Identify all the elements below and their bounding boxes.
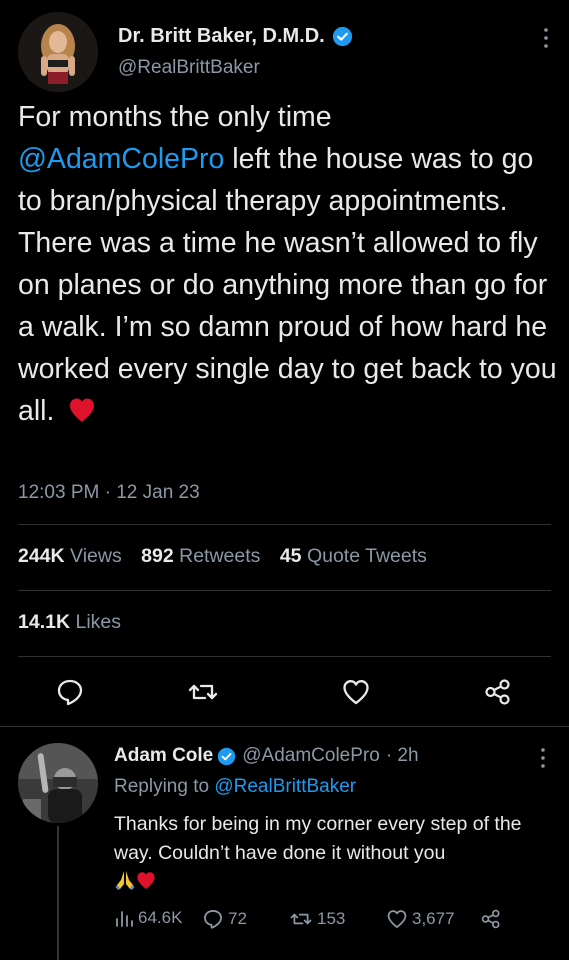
replying-to-label: Replying to xyxy=(114,776,210,797)
reply-time[interactable]: · 2h xyxy=(386,745,419,767)
quotes-label: Quote Tweets xyxy=(306,545,427,567)
retweets-label: Retweets xyxy=(179,545,261,567)
divider xyxy=(18,524,551,525)
reply-author-handle[interactable]: @AdamColePro xyxy=(242,745,380,767)
reply-text: Thanks for being in my corner every step… xyxy=(114,810,554,897)
views-label: Views xyxy=(70,545,122,567)
divider xyxy=(0,726,569,727)
divider xyxy=(18,590,551,591)
retweet-icon[interactable] xyxy=(188,677,218,707)
share-icon[interactable] xyxy=(483,677,513,707)
reply-more-options-icon[interactable] xyxy=(539,746,547,770)
views-icon xyxy=(116,911,133,927)
reply-text-body: Thanks for being in my corner every step… xyxy=(114,813,522,864)
reply-retweets[interactable]: 153 xyxy=(289,908,345,930)
reply-retweets-count: 153 xyxy=(317,909,346,928)
tweet-stats: 244K Views 892 Retweets 45 Quote Tweets xyxy=(18,545,441,568)
retweets-count: 892 xyxy=(141,545,174,567)
retweets-stat[interactable]: 892 Retweets xyxy=(141,545,260,567)
more-options-icon[interactable] xyxy=(542,26,550,50)
likes-stat[interactable]: 14.1K Likes xyxy=(18,611,121,634)
avatar[interactable] xyxy=(18,12,98,92)
reply-replies-count: 72 xyxy=(228,909,247,928)
divider xyxy=(18,656,551,657)
author-handle[interactable]: @RealBrittBaker xyxy=(118,57,260,79)
likes-label: Likes xyxy=(75,611,121,633)
reply-views-count: 64.6K xyxy=(138,908,183,927)
folded-hands-emoji-icon xyxy=(115,871,135,890)
quote-tweets-stat[interactable]: 45 Quote Tweets xyxy=(280,545,427,567)
verified-badge-icon xyxy=(218,747,236,765)
tweet-author: Dr. Britt Baker, D.M.D. @RealBrittBaker xyxy=(18,12,558,92)
retweet-icon xyxy=(290,913,312,925)
reply-share[interactable] xyxy=(480,908,506,930)
thread-line xyxy=(57,826,59,960)
replying-to: Replying to @RealBrittBaker xyxy=(114,776,356,798)
share-icon xyxy=(481,909,500,929)
reply-likes[interactable]: 3,677 xyxy=(386,908,455,930)
reply-icon[interactable] xyxy=(55,677,85,707)
reply-header: Adam Cole @AdamColePro · 2h xyxy=(114,745,419,767)
reply-avatar[interactable] xyxy=(18,743,98,823)
reply-icon xyxy=(204,910,222,929)
tweet-timestamp[interactable]: 12:03 PM · 12 Jan 23 xyxy=(18,482,200,504)
views-count: 244K xyxy=(18,545,65,567)
like-icon xyxy=(387,910,407,928)
reply-likes-count: 3,677 xyxy=(412,909,455,928)
views-stat[interactable]: 244K Views xyxy=(18,545,122,567)
tweet-text-body: left the house was to go to bran/physica… xyxy=(18,143,557,427)
verified-badge-icon xyxy=(332,26,352,47)
reply-actions: 64.6K 72 153 3,677 xyxy=(114,908,534,936)
likes-count: 14.1K xyxy=(18,611,71,633)
quotes-count: 45 xyxy=(279,545,302,567)
author-name-line[interactable]: Dr. Britt Baker, D.M.D. xyxy=(118,25,353,48)
tweet-text: For months the only time @AdamColePro le… xyxy=(18,96,558,432)
reply-author-name[interactable]: Adam Cole xyxy=(114,745,213,767)
reply-replies[interactable]: 72 xyxy=(202,908,247,930)
reply-views[interactable]: 64.6K xyxy=(114,908,182,928)
like-icon[interactable] xyxy=(341,677,371,707)
mention-link[interactable]: @AdamColePro xyxy=(18,143,224,175)
reply-avatar-image xyxy=(18,743,98,823)
red-heart-emoji-icon xyxy=(70,398,95,422)
author-name[interactable]: Dr. Britt Baker, D.M.D. xyxy=(118,25,325,48)
red-heart-emoji-icon xyxy=(137,872,155,890)
avatar-image xyxy=(18,12,98,92)
replying-to-mention[interactable]: @RealBrittBaker xyxy=(214,776,356,797)
tweet-text-intro: For months the only time xyxy=(18,101,332,133)
